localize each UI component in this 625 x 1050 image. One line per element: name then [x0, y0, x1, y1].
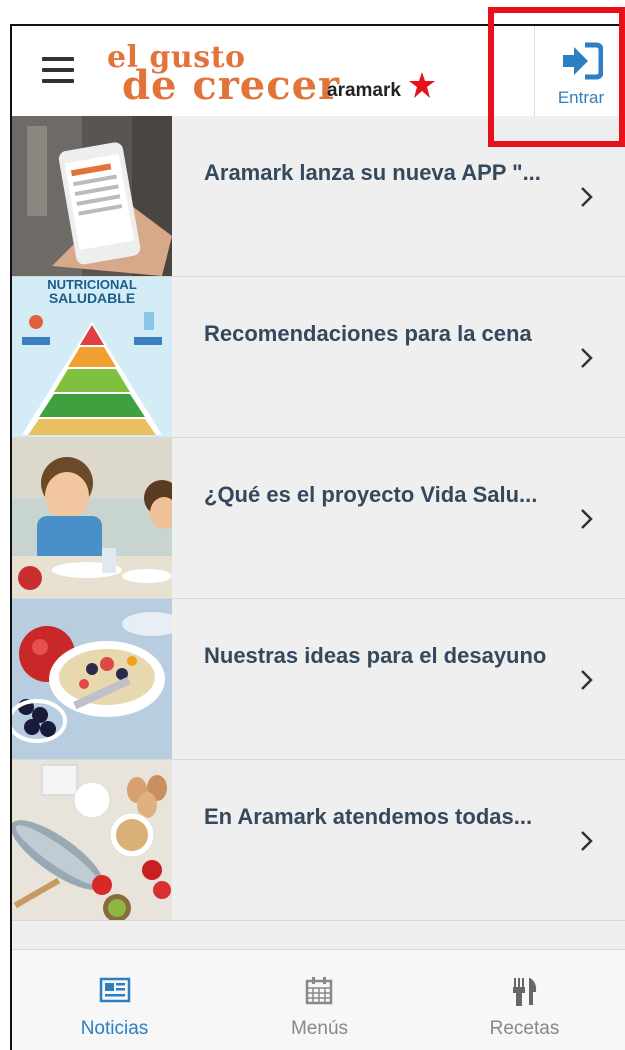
calendar-icon	[305, 977, 333, 1005]
tab-menus[interactable]: Menús	[217, 950, 422, 1050]
chevron-right-icon	[581, 348, 593, 368]
tab-label: Menús	[290, 1018, 349, 1039]
app-frame: el gusto de crecer aramark Entrar Aramar…	[10, 24, 625, 1050]
pyramid-heading-2: SALUDABLE	[49, 290, 135, 306]
news-item[interactable]: ¿Qué es el proyecto Vida Salu...	[12, 438, 625, 599]
logo-line2: de crecer	[122, 62, 341, 109]
app-header: el gusto de crecer aramark Entrar	[12, 26, 625, 117]
login-label: Entrar	[557, 88, 605, 107]
news-thumbnail	[12, 599, 172, 759]
cutlery-icon	[513, 978, 537, 1006]
brand-name: aramark	[327, 80, 401, 101]
menu-icon[interactable]	[42, 57, 74, 83]
sign-in-icon	[563, 42, 603, 80]
chevron-right-icon	[581, 670, 593, 690]
tab-noticias[interactable]: Noticias	[12, 950, 217, 1050]
bottom-tab-bar: Noticias Menús Recetas	[12, 949, 625, 1050]
login-button[interactable]: Entrar	[534, 26, 625, 116]
news-thumbnail: NUTRICIONAL SALUDABLE	[12, 277, 172, 437]
news-thumbnail	[12, 438, 172, 598]
news-thumbnail	[12, 116, 172, 276]
news-title: Aramark lanza su nueva APP "...	[204, 160, 541, 185]
chevron-right-icon	[581, 509, 593, 529]
tab-recetas[interactable]: Recetas	[422, 950, 625, 1050]
news-thumbnail	[12, 760, 172, 920]
news-title: Recomendaciones para la cena	[204, 321, 532, 346]
news-item[interactable]: NUTRICIONAL SALUDABLE Recomendaciones pa…	[12, 277, 625, 438]
newspaper-icon	[99, 977, 131, 1003]
tab-label: Noticias	[80, 1018, 149, 1039]
news-item[interactable]: Aramark lanza su nueva APP "...	[12, 116, 625, 277]
tab-label: Recetas	[489, 1018, 560, 1039]
news-title: Nuestras ideas para el desayuno	[204, 643, 547, 668]
aramark-star-icon	[409, 72, 435, 98]
news-title: ¿Qué es el proyecto Vida Salu...	[204, 482, 538, 507]
chevron-right-icon	[581, 831, 593, 851]
news-title: En Aramark atendemos todas...	[204, 804, 533, 829]
news-list: Aramark lanza su nueva APP "... NUTRICIO…	[12, 116, 625, 921]
news-item[interactable]: En Aramark atendemos todas...	[12, 760, 625, 921]
news-item[interactable]: Nuestras ideas para el desayuno	[12, 599, 625, 760]
app-logo: el gusto de crecer aramark	[107, 40, 467, 109]
chevron-right-icon	[581, 187, 593, 207]
